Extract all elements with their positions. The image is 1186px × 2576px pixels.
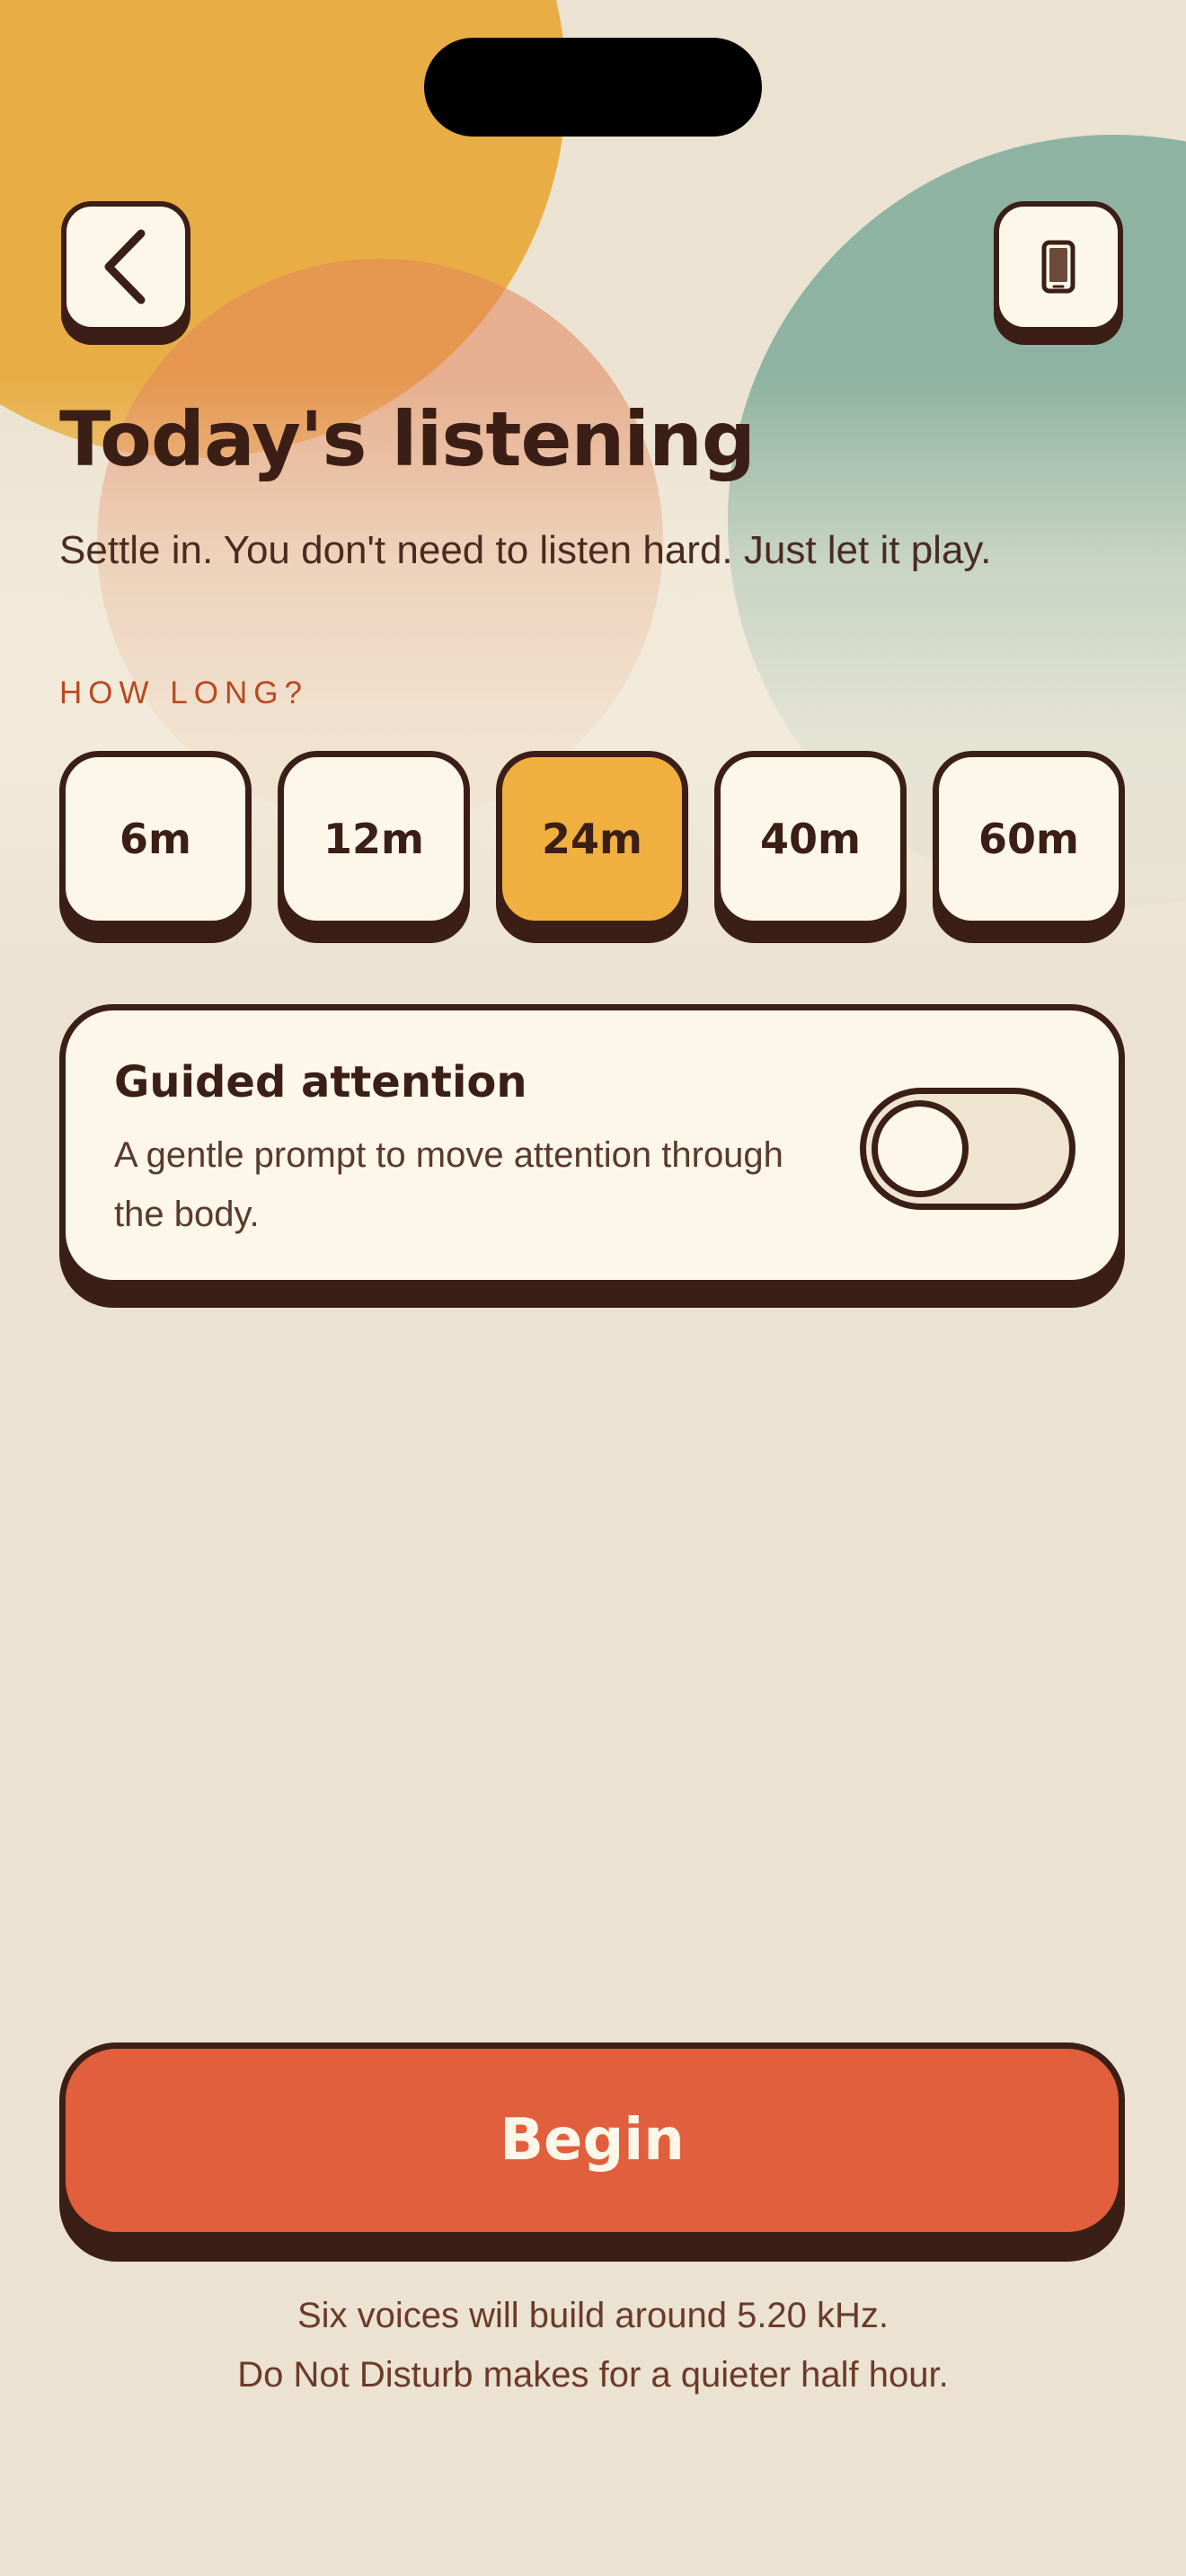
toggle-knob: [872, 1100, 969, 1197]
back-button[interactable]: [61, 201, 190, 332]
guided-attention-toggle[interactable]: [860, 1088, 1075, 1210]
footer-dnd-note: Do Not Disturb makes for a quieter half …: [237, 2355, 949, 2395]
device-button[interactable]: [994, 201, 1123, 332]
guided-attention-description: A gentle prompt to move attention throug…: [114, 1135, 783, 1234]
page-subtitle: Settle in. You don't need to listen hard…: [59, 528, 992, 572]
duration-option-6m[interactable]: 6m: [59, 751, 252, 927]
screen: Today's listening Settle in. You don't n…: [0, 0, 1186, 2576]
begin-button[interactable]: Begin: [59, 2042, 1125, 2238]
guided-attention-title: Guided attention: [114, 1057, 527, 1107]
chevron-left-icon: [104, 229, 146, 304]
footer-voices-note: Six voices will build around 5.20 kHz.: [296, 2296, 890, 2335]
page-title: Today's listening: [59, 395, 756, 483]
duration-option-40m[interactable]: 40m: [714, 751, 907, 927]
guided-attention-card: Guided attention A gentle prompt to move…: [59, 1004, 1125, 1286]
duration-option-12m[interactable]: 12m: [278, 751, 470, 927]
duration-section-label: HOW LONG?: [59, 675, 308, 710]
dynamic-island: [424, 38, 762, 137]
duration-option-60m[interactable]: 60m: [933, 751, 1125, 927]
duration-option-24m[interactable]: 24m: [496, 751, 688, 927]
phone-icon: [1041, 240, 1075, 294]
